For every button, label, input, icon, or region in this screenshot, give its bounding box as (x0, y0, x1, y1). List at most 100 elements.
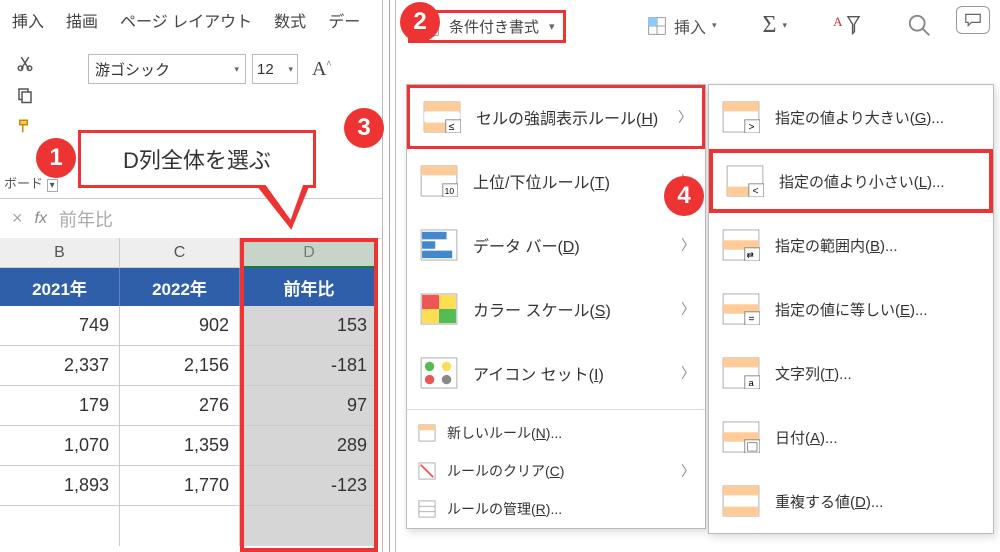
header-2021[interactable]: 2021年 (0, 268, 120, 306)
tab-layout[interactable]: ページ レイアウト (120, 8, 252, 32)
tab-formula[interactable]: 数式 (274, 8, 306, 32)
menu-highlight-rules[interactable]: ≤ セルの強調表示ルール(H) 〉 (407, 85, 705, 149)
cell[interactable]: -181 (240, 346, 378, 386)
new-rule-icon (417, 423, 437, 443)
submenu-date[interactable]: 日付(A)... (709, 405, 993, 469)
tab-draw[interactable]: 描画 (66, 8, 98, 32)
fx-icon[interactable]: fx (35, 210, 47, 228)
svg-text:=: = (749, 314, 755, 325)
cut-icon[interactable] (14, 52, 36, 74)
comment-icon[interactable] (956, 6, 990, 34)
pane-divider[interactable] (382, 0, 396, 552)
header-2022[interactable]: 2022年 (120, 268, 240, 306)
cell[interactable]: 97 (240, 386, 378, 426)
menu-separator (407, 409, 705, 410)
font-size-value: 12 (257, 61, 274, 78)
submenu-between[interactable]: ⇄ 指定の範囲内(B)... (709, 213, 993, 277)
col-letter-b[interactable]: B (0, 238, 120, 267)
submenu-less-than[interactable]: < 指定の値より小さい(L)... (709, 149, 993, 213)
font-size-select[interactable]: 12 ▾ (252, 54, 298, 84)
formula-bar: × fx 前年比 (0, 199, 382, 239)
cancel-icon[interactable]: × (12, 208, 23, 229)
menu-label: 指定の範囲内(B)... (775, 235, 983, 256)
clear-rules-icon (417, 461, 437, 481)
submenu-greater-than[interactable]: > 指定の値より大きい(G)... (709, 85, 993, 149)
cell[interactable] (120, 506, 240, 546)
menu-label: ルールの管理(R)... (447, 499, 695, 519)
chevron-down-icon: ▾ (783, 20, 788, 31)
annotation-badge-4: 4 (664, 176, 704, 216)
cell[interactable]: 153 (240, 306, 378, 346)
col-letter-c[interactable]: C (120, 238, 240, 267)
cell[interactable] (240, 506, 378, 546)
menu-label: 重複する値(D)... (775, 491, 983, 512)
menu-top-bottom-rules[interactable]: 10 上位/下位ルール(T) 〉 (407, 149, 705, 213)
cell[interactable]: 1,770 (120, 466, 240, 506)
svg-text:a: a (749, 377, 755, 388)
copy-icon[interactable] (14, 84, 36, 106)
cell[interactable]: 749 (0, 306, 120, 346)
submenu-equal-to[interactable]: = 指定の値に等しい(E)... (709, 277, 993, 341)
spreadsheet: B C D 2021年 2022年 前年比 749 902 153 2,337 … (0, 238, 378, 546)
ribbon-tabs: 挿入 描画 ページ レイアウト 数式 デー (0, 0, 382, 44)
svg-text:10: 10 (445, 186, 455, 196)
cell[interactable]: 902 (120, 306, 240, 346)
cell[interactable]: 1,070 (0, 426, 120, 466)
menu-label: ルールのクリア(C) (447, 461, 671, 481)
svg-text:<: < (753, 186, 759, 197)
cell[interactable]: 276 (120, 386, 240, 426)
insert-cells-icon (646, 16, 668, 36)
menu-new-rule[interactable]: 新しいルール(N)... (407, 414, 705, 452)
magnifier-icon (907, 13, 933, 39)
insert-cells-button[interactable]: 挿入 ▾ (646, 14, 717, 38)
annotation-badge-1: 1 (36, 138, 76, 178)
right-tool-row: 挿入 ▾ Σ ▾ A (646, 12, 933, 39)
tab-insert[interactable]: 挿入 (12, 8, 44, 32)
cell[interactable]: 2,337 (0, 346, 120, 386)
highlight-rules-icon: ≤ (420, 98, 464, 136)
color-scales-icon (417, 290, 461, 328)
table-row: 1,893 1,770 -123 (0, 466, 378, 506)
autosum-button[interactable]: Σ ▾ (763, 12, 788, 39)
formula-value[interactable]: 前年比 (59, 206, 113, 232)
increase-font-icon[interactable]: A^ (312, 58, 331, 81)
cell[interactable] (0, 506, 120, 546)
cell[interactable]: 1,359 (120, 426, 240, 466)
font-name-select[interactable]: 游ゴシック ▾ (88, 54, 246, 84)
cell[interactable]: 2,156 (120, 346, 240, 386)
cell[interactable]: 179 (0, 386, 120, 426)
menu-label: 新しいルール(N)... (447, 423, 695, 443)
find-button[interactable] (907, 13, 933, 39)
cell[interactable]: 289 (240, 426, 378, 466)
clipboard-icons (14, 52, 36, 138)
top-bottom-icon: 10 (417, 162, 461, 200)
cell[interactable]: 1,893 (0, 466, 120, 506)
menu-manage-rules[interactable]: ルールの管理(R)... (407, 490, 705, 528)
manage-rules-icon (417, 499, 437, 519)
format-painter-icon[interactable] (14, 116, 36, 138)
menu-label: カラー スケール(S) (473, 297, 669, 321)
cell[interactable]: -123 (240, 466, 378, 506)
callout-tail-inner (266, 179, 311, 222)
menu-color-scales[interactable]: カラー スケール(S) 〉 (407, 277, 705, 341)
chevron-right-icon: 〉 (681, 299, 695, 319)
menu-clear-rules[interactable]: ルールのクリア(C) 〉 (407, 452, 705, 490)
sort-filter-button[interactable]: A (833, 13, 861, 39)
submenu-text-contains[interactable]: a 文字列(T)... (709, 341, 993, 405)
menu-icon-sets[interactable]: アイコン セット(I) 〉 (407, 341, 705, 405)
col-letter-d[interactable]: D (240, 238, 378, 267)
chevron-right-icon: 〉 (681, 363, 695, 383)
sort-filter-icon: A (833, 13, 861, 39)
menu-label: 指定の値に等しい(E)... (775, 299, 983, 320)
table-row: 179 276 97 (0, 386, 378, 426)
cf-dropdown-menu: ≤ セルの強調表示ルール(H) 〉 10 上位/下位ルール(T) 〉 データ バ… (406, 84, 706, 529)
tab-data[interactable]: デー (328, 8, 360, 32)
menu-data-bars[interactable]: データ バー(D) 〉 (407, 213, 705, 277)
cf-label: 条件付き書式 (449, 16, 539, 37)
svg-text:≤: ≤ (449, 122, 455, 133)
header-prior-year[interactable]: 前年比 (240, 268, 378, 306)
menu-label: 文字列(T)... (775, 363, 983, 384)
text-contains-icon: a (719, 354, 763, 392)
data-bars-icon (417, 226, 461, 264)
submenu-duplicate[interactable]: 重複する値(D)... (709, 469, 993, 533)
